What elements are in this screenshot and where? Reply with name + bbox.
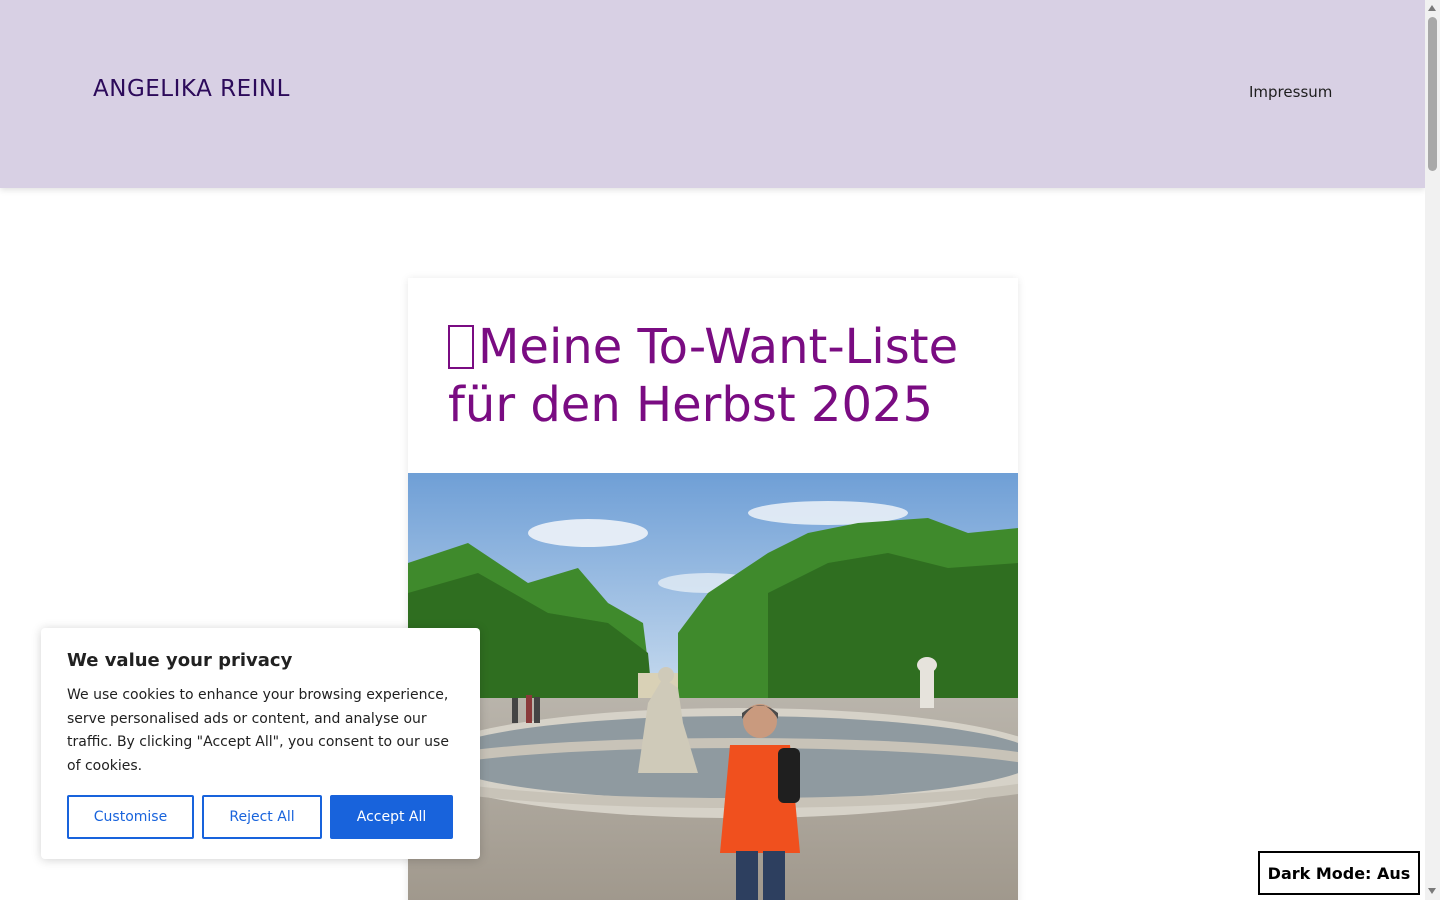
post-title-text: Meine To-Want-Liste für den Herbst 2025: [448, 319, 959, 433]
scroll-down-arrow-icon[interactable]: [1428, 888, 1436, 894]
scroll-up-arrow-icon[interactable]: [1428, 5, 1436, 11]
customise-button[interactable]: Customise: [67, 795, 194, 839]
accept-all-button[interactable]: Accept All: [330, 795, 453, 839]
site-header: ANGELIKA REINL Impressum: [0, 0, 1425, 188]
scrollbar-thumb[interactable]: [1428, 17, 1437, 171]
cookie-banner-title: We value your privacy: [67, 650, 293, 671]
article-card: Meine To-Want-Liste für den Herbst 2025: [408, 278, 1018, 900]
park-photo-illustration: [408, 473, 1018, 900]
site-title-link[interactable]: ANGELIKA REINL: [93, 76, 290, 102]
dark-mode-toggle[interactable]: Dark Mode: Aus: [1258, 851, 1420, 895]
reject-all-button[interactable]: Reject All: [202, 795, 322, 839]
cookie-consent-banner: We value your privacy We use cookies to …: [41, 628, 480, 859]
cookie-banner-text: We use cookies to enhance your browsing …: [67, 687, 449, 774]
nav-item-impressum[interactable]: Impressum: [1249, 83, 1332, 101]
vertical-scrollbar[interactable]: [1425, 0, 1440, 900]
post-title[interactable]: Meine To-Want-Liste für den Herbst 2025: [448, 318, 988, 434]
featured-image[interactable]: [408, 473, 1018, 900]
unknown-glyph-icon: [448, 325, 474, 369]
